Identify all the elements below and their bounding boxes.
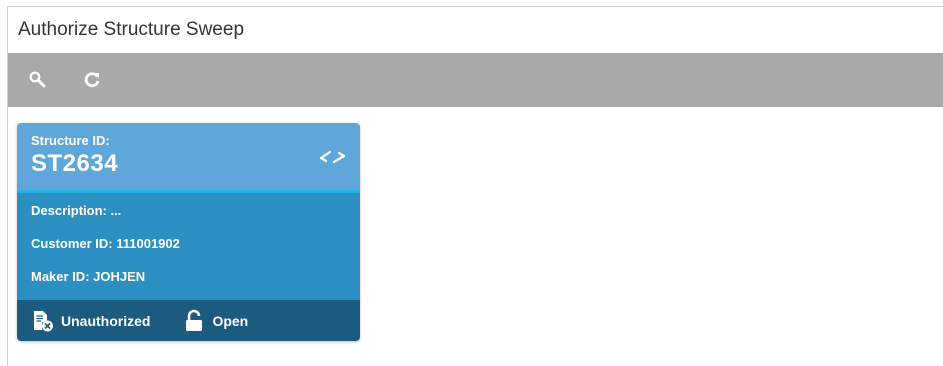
refresh-button[interactable] (80, 68, 104, 92)
refresh-icon (84, 72, 100, 88)
customer-id-text: Customer ID: 111001902 (31, 236, 180, 251)
description-text: Description: ... (31, 203, 122, 218)
record-status: Open (182, 309, 248, 333)
structure-id-value: ST2634 (31, 150, 119, 177)
auth-status-label: Unauthorized (61, 312, 151, 329)
page-title: Authorize Structure Sweep (18, 19, 245, 40)
auth-status: Unauthorized (31, 309, 150, 333)
structure-tile[interactable]: Structure ID: ST2634 Description: ... Cu… (17, 123, 360, 341)
search-button[interactable] (26, 68, 50, 92)
swap-arrows-icon[interactable] (318, 149, 348, 170)
tile-footer: Unauthorized Open (17, 300, 360, 341)
toolbar (8, 53, 943, 107)
tile-header: Structure ID: ST2634 (17, 123, 360, 193)
record-status-label: Open (212, 312, 249, 329)
structure-id-label: Structure ID: (31, 133, 110, 148)
maker-id-text: Maker ID: JOHJEN (31, 269, 146, 284)
unauthorized-document-icon (34, 310, 53, 331)
tile-details: Description: ... Customer ID: 111001902 … (17, 193, 360, 300)
search-icon (29, 71, 46, 88)
page-container: Authorize Structure Sweep Structure ID: … (7, 6, 943, 366)
unlock-icon (186, 309, 203, 331)
